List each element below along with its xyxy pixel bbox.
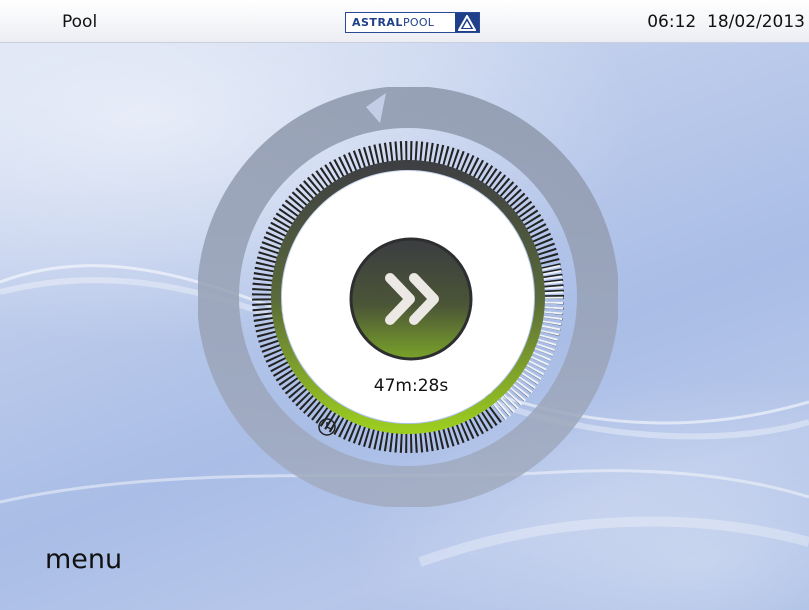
astralpool-logo: ASTRAL POOL [345, 12, 480, 33]
logo-text-bold: ASTRAL [352, 16, 403, 29]
remaining-time: 47m:28s [373, 376, 449, 396]
fast-forward-button[interactable] [348, 236, 474, 362]
logo-triangle-icon [455, 13, 479, 32]
clock: 06:12 18/02/2013 [647, 12, 805, 32]
fast-forward-icon [349, 237, 473, 361]
menu-button[interactable]: menu [45, 544, 122, 575]
logo-text-light: POOL [402, 16, 435, 29]
app-title: Pool [62, 12, 98, 32]
clock-date: 18/02/2013 [707, 12, 805, 32]
clock-time: 06:12 [647, 12, 697, 32]
status-bar: Pool ASTRAL POOL 06:12 18/02/2013 [0, 0, 809, 43]
